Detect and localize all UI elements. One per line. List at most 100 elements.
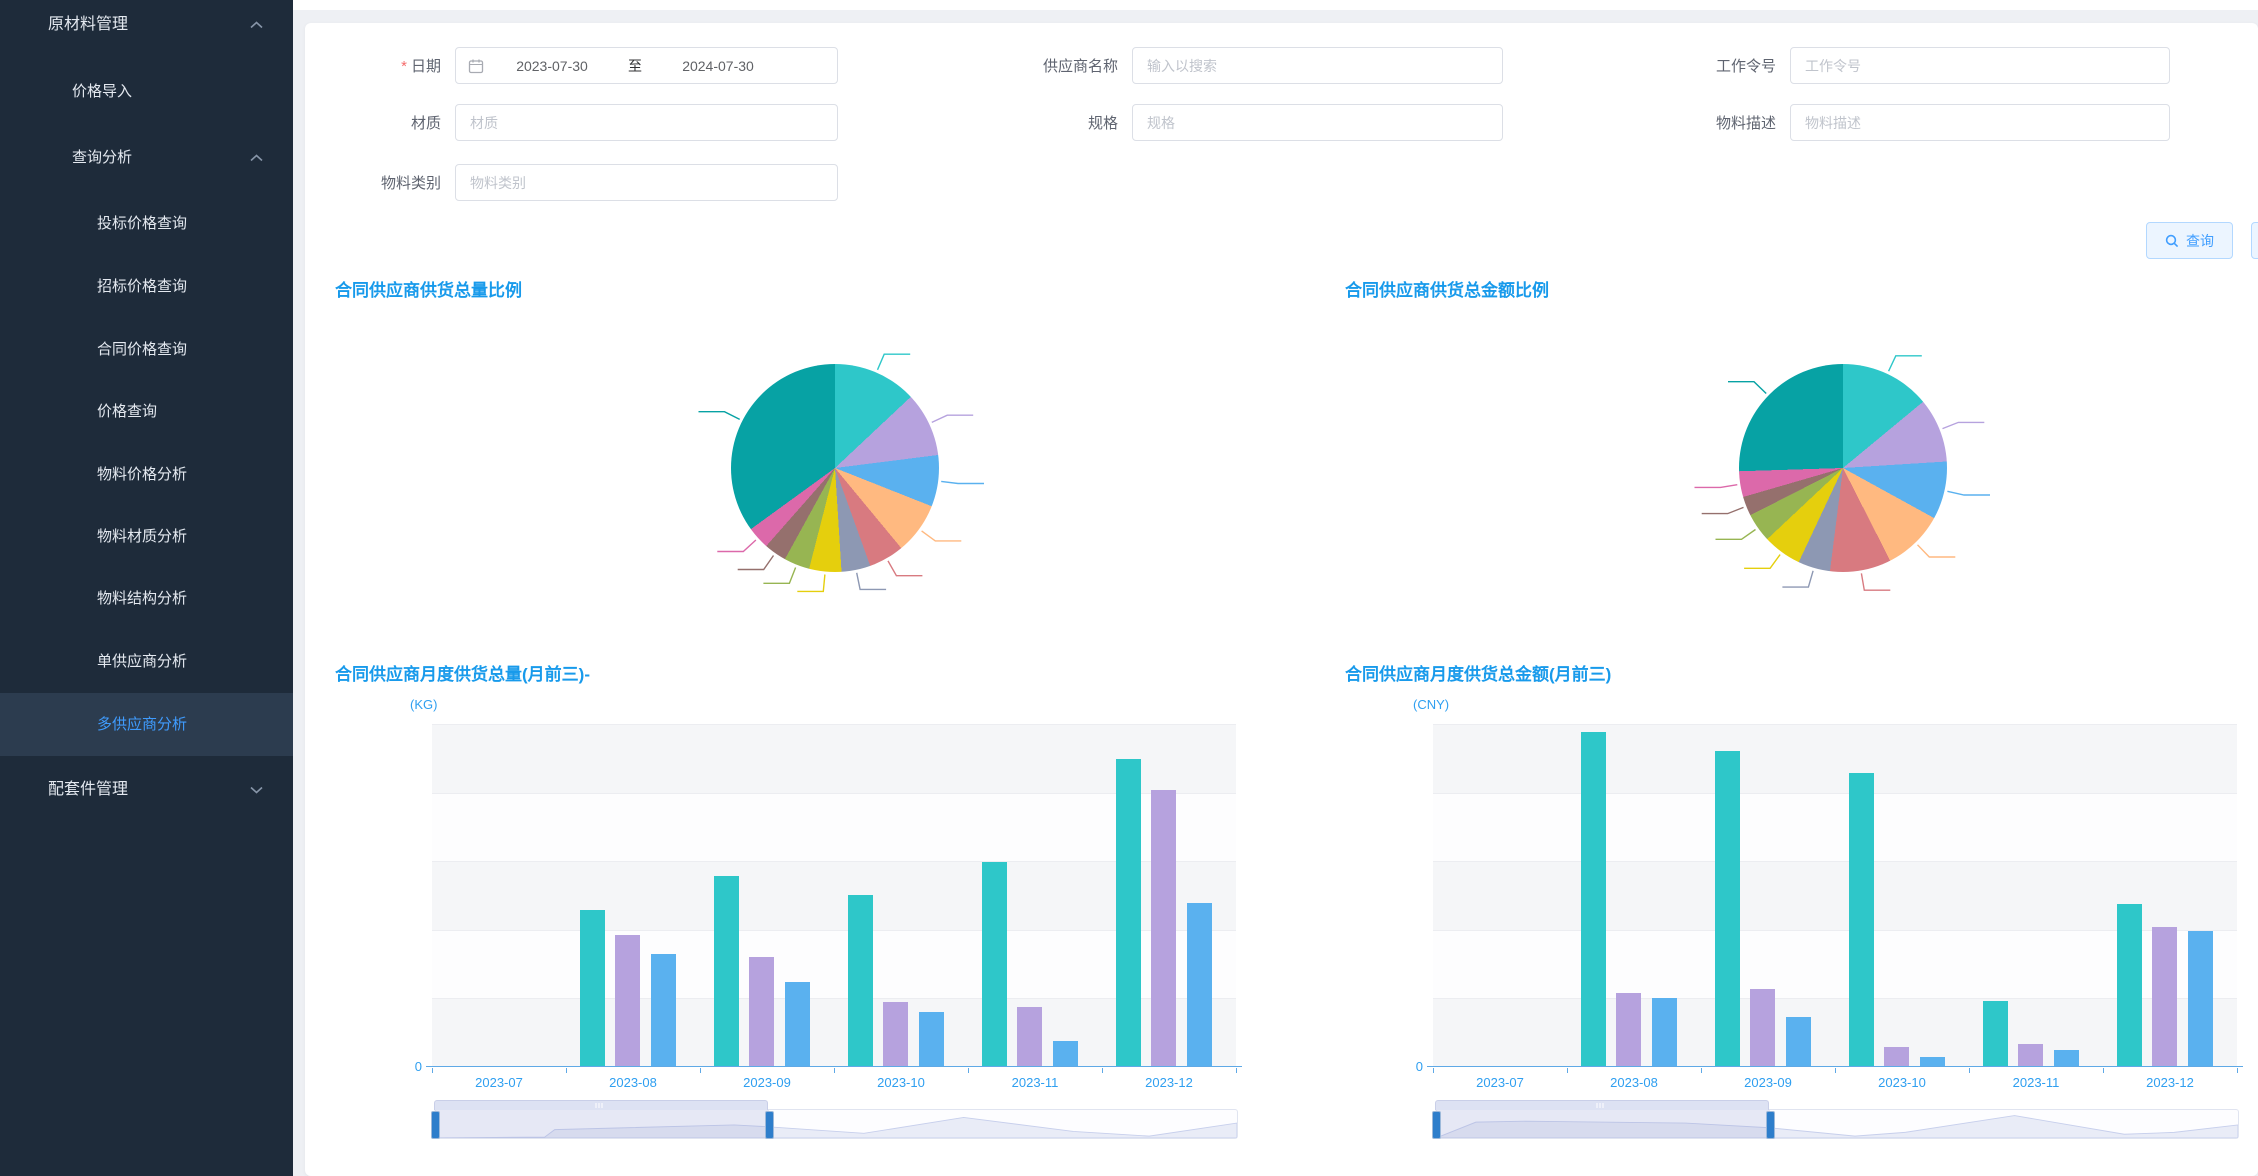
pie-leader-line-6 [1744,555,1780,569]
date-end-input[interactable] [656,57,780,75]
reset-button-clipped[interactable] [2251,222,2258,259]
material-desc-label: 物料描述 [1625,112,1790,133]
sidebar-item-6[interactable]: 价格查询 [0,380,293,443]
work-order-input-box[interactable] [1790,47,2170,84]
datazoom-right-handle[interactable] [765,1111,774,1139]
pie-leader-line-0 [1889,356,1922,371]
pie-leader-line-4 [1861,573,1890,590]
spec-label: 规格 [955,112,1132,133]
x-axis-line [426,1066,1242,1067]
pie-leader-line-9 [1695,485,1738,488]
x-axis-tick [2237,1068,2238,1073]
sidebar-item-1[interactable]: 价格导入 [0,60,293,123]
bar-amount-y-zero: 0 [1383,1059,1423,1074]
datazoom-selected-range[interactable] [435,1110,769,1138]
sidebar-item-label: 多供应商分析 [97,716,187,733]
datazoom-drag-bar[interactable] [434,1100,768,1110]
supplier-input-box[interactable] [1132,47,1503,84]
sidebar-item-5[interactable]: 合同价格查询 [0,318,293,381]
sidebar-item-label: 单供应商分析 [97,653,187,670]
x-axis-tick [1102,1068,1103,1073]
sidebar-item-9[interactable]: 物料结构分析 [0,567,293,630]
work-order-field-row: 工作令号 [1625,47,2170,84]
datazoom-left-handle[interactable] [431,1111,440,1139]
spec-input-box[interactable] [1132,104,1503,141]
date-range-input[interactable]: 至 [455,47,838,84]
gridline [1433,793,2237,794]
bar-series0-2023-10 [1849,773,1874,1067]
work-order-label: 工作令号 [1625,55,1790,76]
datazoom-left-handle[interactable] [1432,1111,1441,1139]
material-category-input[interactable] [468,174,825,192]
x-axis-label: 2023-08 [1567,1075,1701,1090]
query-button-label: 查询 [2186,231,2214,251]
bar-series1-2023-09 [749,957,774,1067]
bar-series2-2023-10 [919,1012,944,1067]
calendar-icon [468,58,484,74]
x-axis-tick [834,1068,835,1073]
pie-leader-line-2 [941,481,984,483]
gridline [1433,724,2237,725]
pie-leader-line-7 [1716,530,1756,540]
datazoom-right-handle[interactable] [1766,1111,1775,1139]
sidebar-item-10[interactable]: 单供应商分析 [0,630,293,693]
pie-leader-line-9 [717,540,756,552]
sidebar-item-4[interactable]: 招标价格查询 [0,255,293,318]
bar-chart-monthly-quantity [432,724,1236,1067]
x-axis-tick [700,1068,701,1073]
bar-series2-2023-09 [1786,1017,1811,1067]
bar-series1-2023-10 [883,1002,908,1067]
sidebar-item-7[interactable]: 物料价格分析 [0,443,293,506]
x-axis-tick [1236,1068,1237,1073]
sidebar-item-0[interactable]: 原材料管理 [0,0,293,56]
query-button[interactable]: 查询 [2146,222,2233,259]
x-axis-label: 2023-12 [1102,1075,1236,1090]
chevron-down-icon [250,786,263,794]
sidebar-item-12[interactable]: 配套件管理 [0,758,293,821]
date-field-row: *日期 至 [305,47,838,84]
pie-leader-line-10 [699,412,740,420]
material-category-input-box[interactable] [455,164,838,201]
sidebar-item-8[interactable]: 物料材质分析 [0,505,293,568]
supplier-input[interactable] [1145,57,1490,75]
sidebar-item-3[interactable]: 投标价格查询 [0,192,293,255]
x-axis-tick [432,1068,433,1073]
bar-series2-2023-11 [2054,1050,2079,1067]
material-desc-input-box[interactable] [1790,104,2170,141]
bar-amount-datazoom-slider[interactable] [1435,1109,2239,1139]
date-start-input[interactable] [490,57,614,75]
work-order-input[interactable] [1803,57,2157,75]
x-axis-label: 2023-08 [566,1075,700,1090]
x-axis-tick [1835,1068,1836,1073]
content-area: *日期 至 供应商名称 工作令号 [293,0,2258,1176]
sidebar-item-label: 原材料管理 [48,16,128,33]
chevron-up-icon [250,154,263,162]
material-label: 材质 [305,112,455,133]
datazoom-selected-range[interactable] [1436,1110,1770,1138]
pie-chart-supply-amount [1739,364,1947,572]
material-input[interactable] [468,114,825,132]
spec-input[interactable] [1145,114,1490,132]
material-input-box[interactable] [455,104,838,141]
datazoom-drag-bar[interactable] [1435,1100,1769,1110]
bar-quantity-datazoom-slider[interactable] [434,1109,1238,1139]
bar-series2-2023-09 [785,982,810,1067]
bar-quantity-y-zero: 0 [382,1059,422,1074]
bar-quantity-x-labels: 2023-072023-082023-092023-102023-112023-… [432,1075,1236,1090]
sidebar-item-label: 价格查询 [97,403,157,420]
spec-field-row: 规格 [955,104,1503,141]
bar-series0-2023-11 [982,862,1007,1068]
bar-series0-2023-12 [2117,904,2142,1067]
pie-leader-line-5 [857,573,886,590]
sidebar-item-11[interactable]: 多供应商分析 [0,693,293,756]
gridline [432,724,1236,725]
x-axis-label: 2023-07 [432,1075,566,1090]
bar-series2-2023-08 [651,954,676,1068]
sidebar-item-2[interactable]: 查询分析 [0,126,293,189]
sidebar-item-label: 物料价格分析 [97,466,187,483]
sidebar-item-label: 物料材质分析 [97,528,187,545]
datazoom-grip-icon [595,1103,606,1108]
material-desc-input[interactable] [1803,114,2157,132]
date-separator: 至 [614,56,656,76]
bar-series2-2023-12 [1187,903,1212,1067]
